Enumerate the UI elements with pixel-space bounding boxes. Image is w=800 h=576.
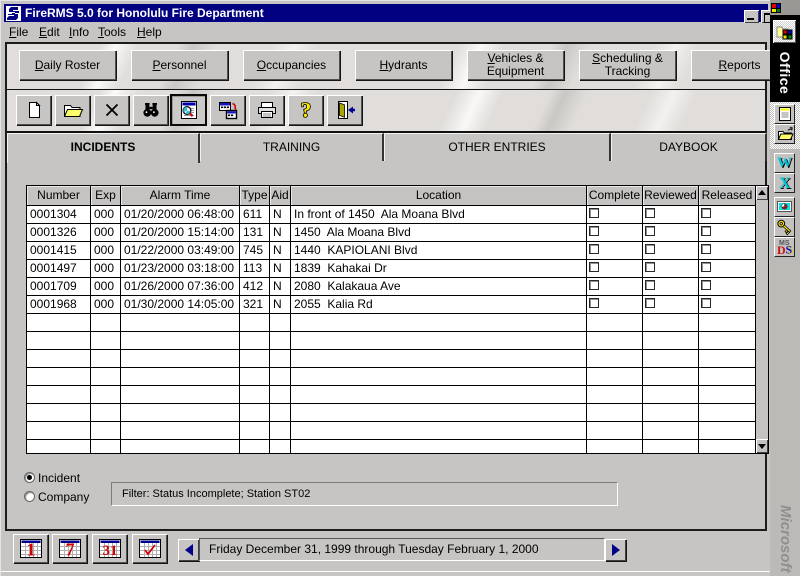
svg-text:?: ?	[300, 98, 311, 122]
svg-text:W: W	[777, 155, 792, 171]
svg-text:7: 7	[65, 540, 74, 560]
svg-text:1: 1	[26, 540, 35, 560]
svg-text:S: S	[785, 243, 792, 257]
svg-text:31: 31	[102, 543, 117, 559]
svg-text:X: X	[779, 175, 791, 192]
